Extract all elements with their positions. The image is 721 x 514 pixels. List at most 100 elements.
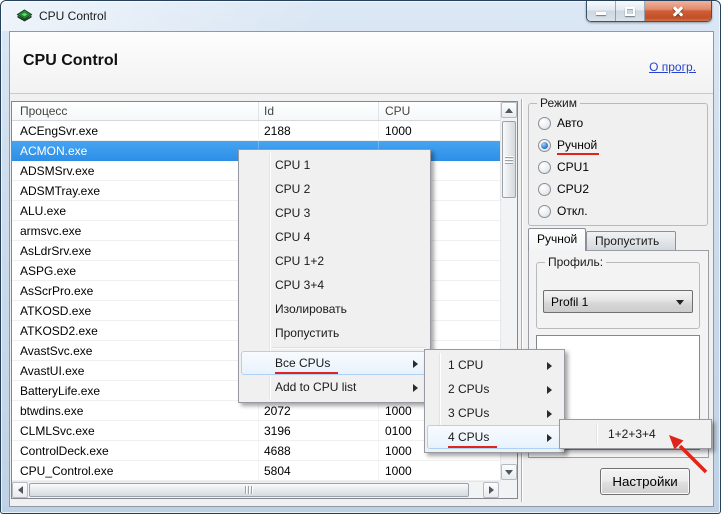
profile-dropdown-value: Profil 1 [551, 295, 588, 309]
process-id-cell: 2072 [259, 401, 379, 420]
menu-item[interactable]: 4 CPUs [427, 425, 562, 449]
menu-item[interactable]: CPU 1+2 [241, 249, 428, 273]
mode-groupbox: Режим АвтоРучнойCPU1CPU2Откл. [528, 103, 708, 226]
arrow-down-icon [505, 470, 513, 475]
process-name-cell: btwdins.exe [12, 401, 259, 420]
thumb-grip-icon [505, 155, 513, 164]
close-button[interactable] [645, 1, 711, 21]
minimize-icon [596, 12, 606, 15]
horizontal-scrollbar[interactable] [12, 481, 500, 498]
mode-radio-5[interactable]: Откл. [538, 202, 588, 220]
menu-item[interactable]: Add to CPU list [241, 375, 428, 399]
title-bar[interactable]: CPU Control [1, 1, 720, 31]
table-row[interactable]: ACEngSvr.exe21881000 [12, 121, 500, 141]
process-cpu-cell: 1000 [379, 121, 500, 140]
scrollbar-corner [500, 481, 517, 498]
menu-item[interactable]: CPU 1 [241, 153, 428, 177]
process-name-cell: AvastSvc.exe [12, 341, 259, 360]
app-window: CPU Control CPU Control О прогр. Процесс… [0, 0, 721, 514]
submenu-arrow-icon [413, 384, 418, 392]
menu-item-label: 4 CPUs [448, 430, 489, 444]
menu-item[interactable]: 2 CPUs [427, 377, 562, 401]
menu-item[interactable]: CPU 4 [241, 225, 428, 249]
menu-item[interactable]: Изолировать [241, 297, 428, 321]
menu-item-label: Изолировать [275, 302, 347, 316]
table-row[interactable]: CPU_Control.exe58041000 [12, 461, 500, 481]
menu-item-label: CPU 1+2 [275, 254, 324, 268]
vertical-scroll-thumb[interactable] [502, 121, 516, 198]
submenu-arrow-icon [547, 434, 552, 442]
profile-group-label: Профиль: [545, 255, 606, 269]
radio-label: CPU1 [557, 160, 589, 174]
scroll-up-button[interactable] [501, 102, 517, 118]
radio-button-icon[interactable] [538, 205, 551, 218]
radio-label: Откл. [557, 204, 588, 218]
arrow-right-icon [489, 486, 494, 494]
column-header-id[interactable]: Id [259, 102, 379, 120]
tab-manual[interactable]: Ручной [528, 228, 586, 251]
mode-radio-4[interactable]: CPU2 [538, 180, 589, 198]
mode-radio-1[interactable]: Авто [538, 114, 583, 132]
scroll-right-button[interactable] [483, 482, 499, 498]
menu-item[interactable]: Все CPUs [241, 351, 428, 375]
mode-radio-3[interactable]: CPU1 [538, 158, 589, 176]
radio-button-icon[interactable] [538, 139, 551, 152]
process-name-cell: ALU.exe [12, 201, 259, 220]
radio-label: CPU2 [557, 182, 589, 196]
submenu-arrow-icon [547, 362, 552, 370]
process-id-cell: 4688 [259, 441, 379, 460]
radio-button-icon[interactable] [538, 117, 551, 130]
cpu-chip-icon[interactable] [16, 8, 33, 25]
radio-button-icon[interactable] [538, 161, 551, 174]
process-name-cell: CPU_Control.exe [12, 461, 259, 480]
process-name-cell: CLMLSvc.exe [12, 421, 259, 440]
horizontal-scroll-thumb[interactable] [29, 483, 469, 497]
menu-item[interactable]: Пропустить [241, 321, 428, 345]
chevron-down-icon [676, 300, 684, 305]
menu-item-label: 1+2+3+4 [608, 427, 656, 441]
process-name-cell: ADSMTray.exe [12, 181, 259, 200]
menu-item-label: 2 CPUs [448, 382, 489, 396]
process-name-cell: ACEngSvr.exe [12, 121, 259, 140]
column-header-process[interactable]: Процесс [12, 102, 259, 120]
annotation-arrow [656, 426, 716, 481]
menu-item-label: CPU 2 [275, 182, 310, 196]
process-id-cell: 3196 [259, 421, 379, 440]
column-header-cpu[interactable]: CPU [379, 102, 500, 120]
menu-separator [272, 347, 426, 349]
annotation-underline [557, 153, 599, 155]
submenu-arrow-icon [547, 386, 552, 394]
mode-radio-2[interactable]: Ручной [538, 136, 597, 154]
menu-item-label: CPU 1 [275, 158, 310, 172]
submenu-arrow-icon [413, 360, 418, 368]
radio-button-icon[interactable] [538, 183, 551, 196]
process-id-cell: 2188 [259, 121, 379, 140]
maximize-button[interactable] [616, 1, 645, 21]
process-id-cell: 5804 [259, 461, 379, 480]
page-title: CPU Control [23, 52, 118, 70]
scroll-left-button[interactable] [12, 482, 28, 498]
menu-item[interactable]: 3 CPUs [427, 401, 562, 425]
menu-item-label: CPU 3+4 [275, 278, 324, 292]
annotation-underline [275, 372, 338, 374]
menu-item-label: 1 CPU [448, 358, 483, 372]
process-cpu-cell: 1000 [379, 461, 500, 480]
tab-skip[interactable]: Пропустить [586, 231, 676, 251]
scroll-down-button[interactable] [501, 464, 517, 480]
menu-item[interactable]: CPU 2 [241, 177, 428, 201]
menu-item[interactable]: CPU 3 [241, 201, 428, 225]
annotation-underline [448, 446, 497, 448]
menu-item[interactable]: CPU 3+4 [241, 273, 428, 297]
maximize-icon [625, 7, 635, 16]
process-name-cell: ATKOSD2.exe [12, 321, 259, 340]
menu-item-label: CPU 4 [275, 230, 310, 244]
minimize-button[interactable] [587, 1, 616, 21]
close-icon [671, 4, 685, 18]
about-link[interactable]: О прогр. [649, 60, 696, 74]
profile-dropdown[interactable]: Profil 1 [543, 290, 693, 313]
menu-item-label: CPU 3 [275, 206, 310, 220]
process-name-cell: ControlDeck.exe [12, 441, 259, 460]
window-title: CPU Control [39, 9, 106, 23]
menu-item[interactable]: 1 CPU [427, 353, 562, 377]
submenu-arrow-icon [547, 410, 552, 418]
